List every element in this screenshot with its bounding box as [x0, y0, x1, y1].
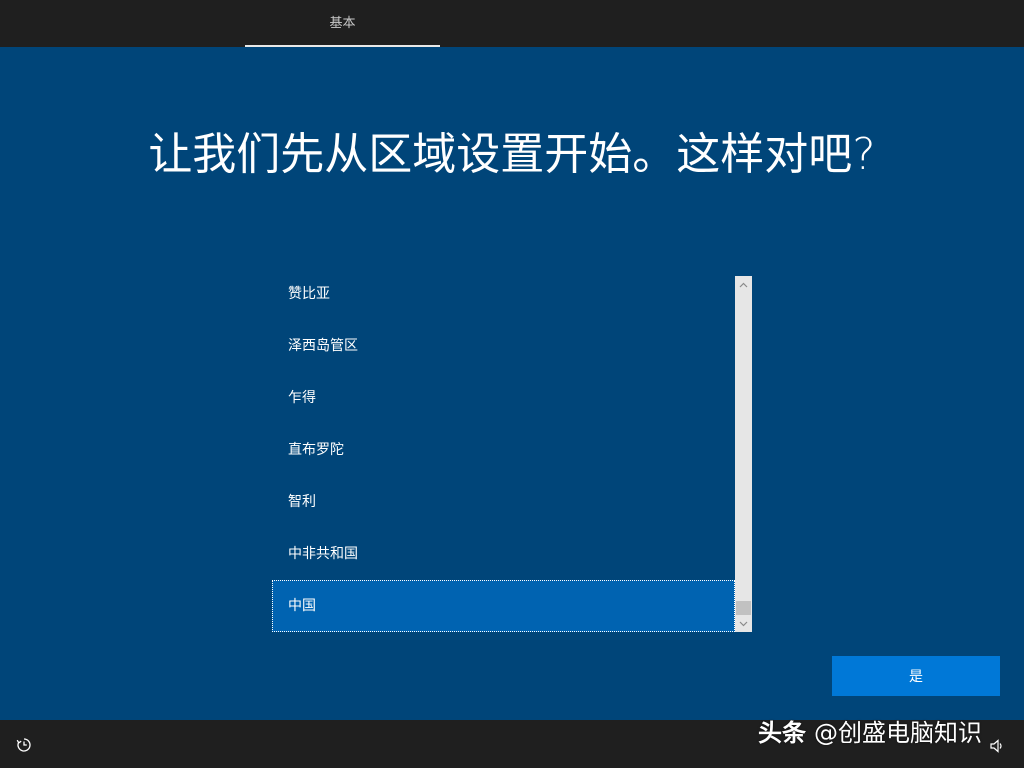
region-list[interactable]: 赞比亚 泽西岛管区 乍得 直布罗陀 智利 中非共和国 中国 — [272, 276, 752, 632]
list-item-jersey[interactable]: 泽西岛管区 — [272, 320, 735, 372]
watermark-handle: @创盛电脑知识 — [814, 719, 982, 747]
list-item-chad[interactable]: 乍得 — [272, 372, 735, 424]
chevron-up-icon — [739, 282, 748, 287]
region-list-items: 赞比亚 泽西岛管区 乍得 直布罗陀 智利 中非共和国 中国 — [272, 276, 735, 632]
top-bar: 基本 — [0, 0, 1024, 47]
watermark: 头条 @创盛电脑知识 — [758, 719, 982, 747]
scroll-down-button[interactable] — [735, 615, 752, 632]
ease-of-access-icon[interactable] — [16, 737, 32, 753]
list-scrollbar[interactable] — [735, 276, 752, 632]
volume-icon[interactable] — [989, 738, 1005, 754]
list-item-central-african-republic[interactable]: 中非共和国 — [272, 528, 735, 580]
chevron-down-icon — [739, 621, 748, 626]
list-item-china-selected[interactable]: 中国 — [272, 580, 735, 632]
list-item-chile[interactable]: 智利 — [272, 476, 735, 528]
page-title: 让我们先从区域设置开始。这样对吧? — [148, 129, 876, 180]
tab-basics[interactable]: 基本 — [245, 0, 440, 47]
list-item-zambia[interactable]: 赞比亚 — [272, 276, 735, 320]
yes-button[interactable]: 是 — [832, 656, 1000, 696]
watermark-brand: 头条 — [758, 719, 806, 747]
scroll-thumb[interactable] — [736, 601, 751, 615]
list-item-gibraltar[interactable]: 直布罗陀 — [272, 424, 735, 476]
main-panel: 让我们先从区域设置开始。这样对吧? 赞比亚 泽西岛管区 乍得 直布罗陀 智利 中… — [0, 47, 1024, 720]
scroll-up-button[interactable] — [735, 276, 752, 293]
tab-label: 基本 — [329, 16, 356, 31]
